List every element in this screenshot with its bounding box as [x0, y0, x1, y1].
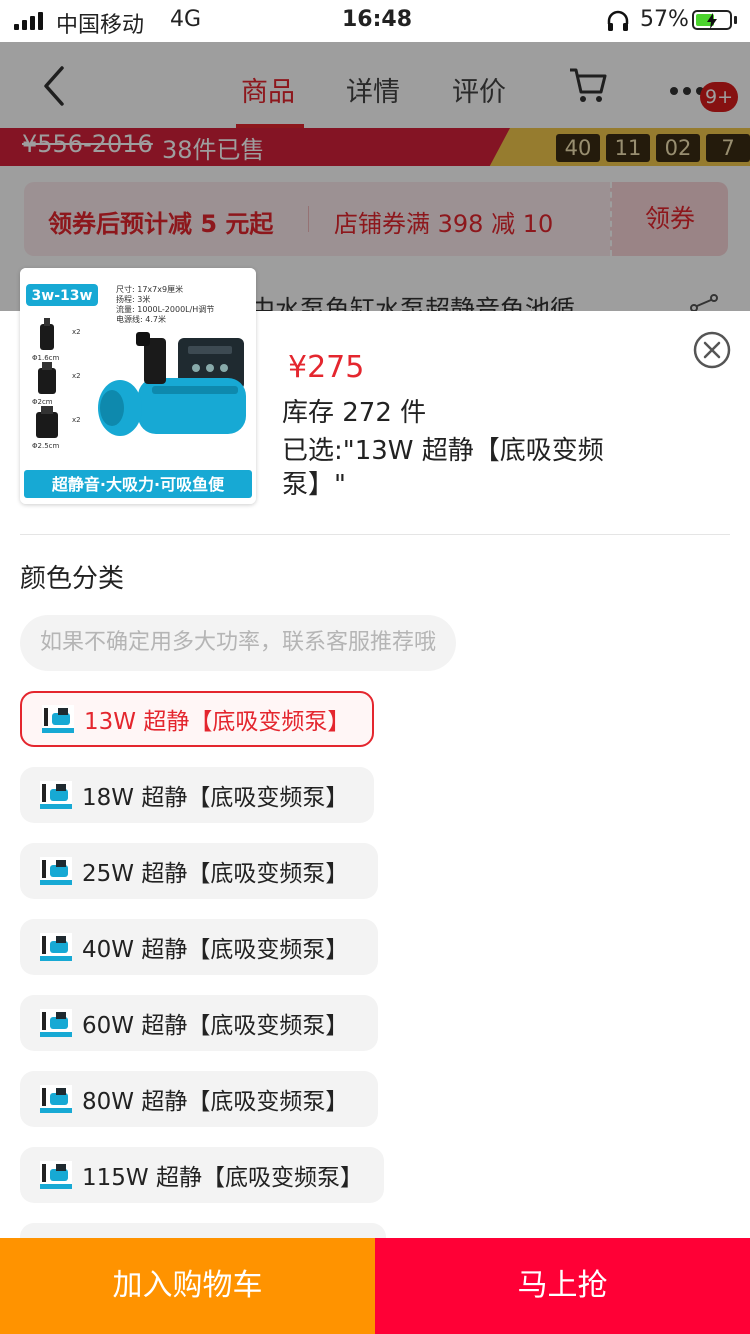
pump-image-icon: 3w-13w 尺寸: 17x7x9厘米 扬程: 3米 流量: 1000L-200…: [20, 268, 256, 504]
option-label: 25W 超静【底吸变频泵】: [82, 861, 349, 887]
sku-option-80w[interactable]: 80W 超静【底吸变频泵】: [20, 1071, 378, 1127]
add-to-cart-button[interactable]: 加入购物车: [0, 1238, 375, 1334]
battery-percent: 57%: [640, 7, 689, 32]
fitting-count-3: x2: [72, 416, 81, 424]
status-time: 16:48: [342, 7, 413, 32]
option-thumbnail-icon: [40, 781, 72, 809]
fitting-size-2: Φ2cm: [32, 398, 53, 406]
network-type: 4G: [170, 7, 202, 32]
sku-price: ¥275: [288, 350, 365, 385]
option-thumbnail-icon: [40, 1161, 72, 1189]
thumbnail-spec-4: 电源线: 4.7米: [116, 314, 166, 324]
sku-option-40w[interactable]: 40W 超静【底吸变频泵】: [20, 919, 378, 975]
sku-option-60w[interactable]: 60W 超静【底吸变频泵】: [20, 995, 378, 1051]
sku-option-18w[interactable]: 18W 超静【底吸变频泵】: [20, 767, 374, 823]
product-thumbnail[interactable]: 3w-13w 尺寸: 17x7x9厘米 扬程: 3米 流量: 1000L-200…: [20, 268, 256, 504]
thumbnail-tag: 3w-13w: [32, 288, 93, 304]
option-thumbnail-icon: [40, 1085, 72, 1113]
buy-now-button[interactable]: 马上抢: [375, 1238, 750, 1334]
option-thumbnail-icon: [40, 857, 72, 885]
fitting-size-1: Φ1.6cm: [32, 354, 59, 362]
sku-option-25w[interactable]: 25W 超静【底吸变频泵】: [20, 843, 378, 899]
sku-option-13w[interactable]: 13W 超静【底吸变频泵】: [20, 691, 374, 747]
sheet-divider: [20, 534, 730, 535]
option-label: 40W 超静【底吸变频泵】: [82, 937, 349, 963]
status-bar: 中国移动 4G 16:48 57%: [0, 0, 750, 42]
carrier-name: 中国移动: [56, 13, 145, 38]
option-label: 13W 超静【底吸变频泵】: [84, 709, 351, 735]
thumbnail-spec-1: 尺寸: 17x7x9厘米: [116, 284, 183, 294]
fitting-size-3: Φ2.5cm: [32, 442, 59, 450]
option-label: 80W 超静【底吸变频泵】: [82, 1089, 349, 1115]
option-thumbnail-icon: [40, 1009, 72, 1037]
option-label: 18W 超静【底吸变频泵】: [82, 785, 349, 811]
headphones-icon: [606, 10, 630, 38]
option-label: 115W 超静【底吸变频泵】: [82, 1165, 363, 1191]
fitting-count-1: x2: [72, 328, 81, 336]
battery-icon: [692, 10, 732, 30]
option-thumbnail-icon: [40, 933, 72, 961]
thumbnail-spec-2: 扬程: 3米: [116, 294, 150, 304]
thumbnail-spec-3: 流量: 1000L-2000L/H调节: [116, 304, 214, 314]
option-label: 60W 超静【底吸变频泵】: [82, 1013, 349, 1039]
selected-sku-text: 已选:"13W 超静【底吸变频泵】": [282, 436, 604, 500]
sku-stock: 库存 272 件: [282, 398, 427, 428]
bottom-action-bar: 加入购物车 马上抢: [0, 1238, 750, 1334]
color-category-title: 颜色分类: [20, 564, 125, 594]
fitting-count-2: x2: [72, 372, 81, 380]
thumbnail-banner: 超静音·大吸力·可吸鱼便: [51, 475, 225, 494]
signal-icon: [14, 12, 43, 30]
battery-cap: [734, 16, 737, 24]
sku-option-115w[interactable]: 115W 超静【底吸变频泵】: [20, 1147, 384, 1203]
close-icon[interactable]: [692, 330, 732, 370]
option-thumbnail-icon: [42, 705, 74, 733]
recommendation-hint: 如果不确定用多大功率，联系客服推荐哦: [20, 615, 457, 671]
